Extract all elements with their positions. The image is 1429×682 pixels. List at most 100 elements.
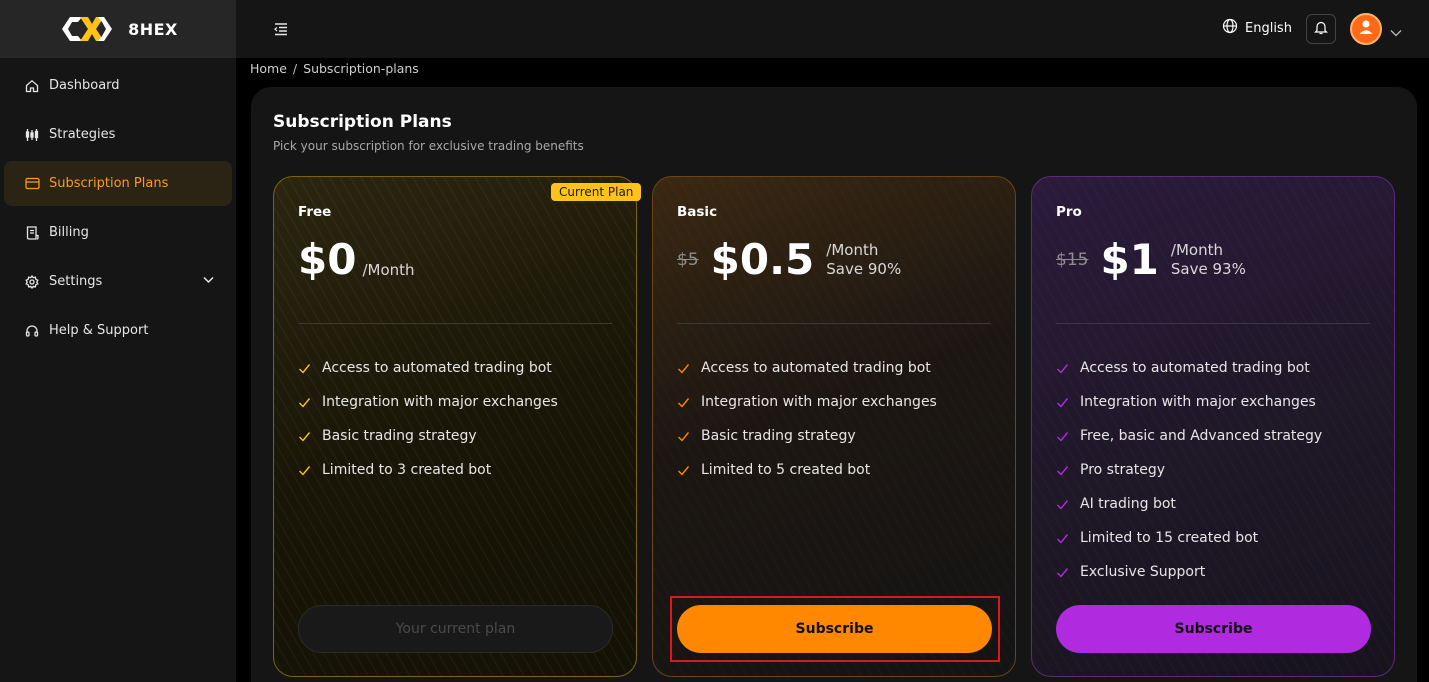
plan-old-price: $5 bbox=[677, 250, 699, 270]
page-subtitle: Pick your subscription for exclusive tra… bbox=[273, 139, 584, 153]
feature-item: Integration with major exchanges bbox=[677, 385, 937, 419]
subscribe-basic-button[interactable]: Subscribe bbox=[677, 605, 992, 653]
language-selector[interactable]: English bbox=[1222, 18, 1292, 38]
feature-label: Access to automated trading bot bbox=[701, 360, 931, 376]
chevron-down-icon[interactable] bbox=[1390, 22, 1402, 41]
subscribe-pro-button[interactable]: Subscribe bbox=[1056, 605, 1371, 653]
check-icon bbox=[298, 430, 311, 443]
plan-period: /Month bbox=[826, 240, 879, 259]
feature-label: Pro strategy bbox=[1080, 462, 1166, 478]
feature-label: Integration with major exchanges bbox=[1080, 394, 1316, 410]
divider bbox=[298, 323, 612, 324]
feature-label: Integration with major exchanges bbox=[322, 394, 558, 410]
feature-item: Basic trading strategy bbox=[298, 419, 558, 453]
sidebar-item-label: Strategies bbox=[49, 127, 116, 142]
feature-list: Access to automated trading bot Integrat… bbox=[677, 351, 937, 487]
check-icon bbox=[677, 464, 690, 477]
plan-old-price: $15 bbox=[1056, 250, 1089, 270]
plan-price: $0.5 bbox=[710, 235, 815, 284]
breadcrumb-separator: / bbox=[292, 61, 298, 76]
feature-label: Limited to 5 created bot bbox=[701, 462, 871, 478]
sidebar-item-label: Settings bbox=[49, 274, 103, 289]
current-plan-button[interactable]: Your current plan bbox=[298, 605, 613, 653]
logo-mark-icon bbox=[58, 14, 116, 44]
sidebar-item-settings[interactable]: Settings bbox=[4, 259, 232, 304]
check-icon bbox=[298, 464, 311, 477]
sidebar-item-billing[interactable]: Billing bbox=[4, 210, 232, 255]
user-icon bbox=[1357, 18, 1375, 40]
plan-price: $1 bbox=[1100, 235, 1159, 284]
home-icon bbox=[24, 78, 40, 94]
sidebar-item-label: Billing bbox=[49, 225, 89, 240]
plan-period-block: /Month Save 93% bbox=[1171, 241, 1246, 280]
check-icon bbox=[1056, 362, 1069, 375]
breadcrumb-current: Subscription-plans bbox=[303, 61, 419, 76]
sidebar-item-label: Subscription Plans bbox=[49, 176, 169, 191]
price-row: $15 $1 /Month Save 93% bbox=[1056, 239, 1246, 281]
plan-name: Basic bbox=[677, 204, 718, 220]
divider bbox=[1056, 323, 1370, 324]
feature-label: Limited to 15 created bot bbox=[1080, 530, 1259, 546]
menu-toggle-icon[interactable] bbox=[272, 20, 290, 38]
sidebar-item-label: Help & Support bbox=[49, 323, 149, 338]
check-icon bbox=[1056, 396, 1069, 409]
notifications-button[interactable] bbox=[1306, 14, 1336, 44]
bell-icon bbox=[1314, 20, 1328, 39]
language-label: English bbox=[1245, 20, 1292, 36]
sidebar-item-dashboard[interactable]: Dashboard bbox=[4, 63, 232, 108]
feature-label: Access to automated trading bot bbox=[1080, 360, 1310, 376]
feature-label: Basic trading strategy bbox=[701, 428, 856, 444]
feature-list: Access to automated trading bot Integrat… bbox=[1056, 351, 1322, 589]
feature-label: Integration with major exchanges bbox=[701, 394, 937, 410]
feature-item: Limited to 3 created bot bbox=[298, 453, 558, 487]
logo-text: 8HEX bbox=[128, 19, 178, 39]
feature-item: Integration with major exchanges bbox=[298, 385, 558, 419]
logo[interactable]: 8HEX bbox=[0, 0, 236, 58]
card-icon bbox=[24, 176, 40, 192]
plan-card-basic: Basic $5 $0.5 /Month Save 90% Access to … bbox=[652, 176, 1016, 677]
feature-item: Limited to 5 created bot bbox=[677, 453, 937, 487]
check-icon bbox=[1056, 464, 1069, 477]
feature-label: Basic trading strategy bbox=[322, 428, 477, 444]
feature-item: Exclusive Support bbox=[1056, 555, 1322, 589]
feature-label: AI trading bot bbox=[1080, 496, 1176, 512]
check-icon bbox=[298, 362, 311, 375]
headset-icon bbox=[24, 323, 40, 339]
feature-item: Pro strategy bbox=[1056, 453, 1322, 487]
check-icon bbox=[298, 396, 311, 409]
plan-period: /Month bbox=[362, 261, 415, 280]
plan-period-block: /Month Save 90% bbox=[826, 241, 901, 280]
feature-item: Limited to 15 created bot bbox=[1056, 521, 1322, 555]
check-icon bbox=[1056, 566, 1069, 579]
page-title: Subscription Plans bbox=[273, 112, 452, 132]
feature-label: Access to automated trading bot bbox=[322, 360, 552, 376]
breadcrumb-home[interactable]: Home bbox=[250, 61, 287, 76]
plan-card-free: Free $0 /Month Access to automated tradi… bbox=[273, 176, 637, 677]
feature-item: Access to automated trading bot bbox=[677, 351, 937, 385]
feature-list: Access to automated trading bot Integrat… bbox=[298, 351, 558, 487]
sidebar-item-label: Dashboard bbox=[49, 78, 120, 93]
feature-item: Basic trading strategy bbox=[677, 419, 937, 453]
plan-card-pro: Pro $15 $1 /Month Save 93% Access to aut… bbox=[1031, 176, 1395, 677]
avatar[interactable] bbox=[1350, 13, 1382, 45]
check-icon bbox=[1056, 532, 1069, 545]
chevron-down-icon[interactable] bbox=[203, 273, 214, 288]
divider bbox=[677, 323, 991, 324]
plan-name: Free bbox=[298, 204, 332, 220]
feature-item: Access to automated trading bot bbox=[1056, 351, 1322, 385]
sidebar-item-subscription-plans[interactable]: Subscription Plans bbox=[4, 161, 232, 206]
plan-savings: Save 93% bbox=[1170, 260, 1246, 278]
check-icon bbox=[677, 396, 690, 409]
plan-name: Pro bbox=[1056, 204, 1082, 220]
sidebar-item-help-support[interactable]: Help & Support bbox=[4, 308, 232, 353]
feature-label: Limited to 3 created bot bbox=[322, 462, 492, 478]
plan-savings: Save 90% bbox=[826, 260, 902, 278]
feature-item: Free, basic and Advanced strategy bbox=[1056, 419, 1322, 453]
plan-price: $0 bbox=[298, 235, 357, 284]
candles-icon bbox=[24, 127, 40, 143]
feature-item: Access to automated trading bot bbox=[298, 351, 558, 385]
receipt-icon bbox=[24, 225, 40, 241]
sidebar-item-strategies[interactable]: Strategies bbox=[4, 112, 232, 157]
sidebar-nav: Dashboard Strategies Subscription Plans … bbox=[0, 58, 236, 353]
sidebar: 8HEX Dashboard Strategies Subscription P… bbox=[0, 0, 236, 682]
